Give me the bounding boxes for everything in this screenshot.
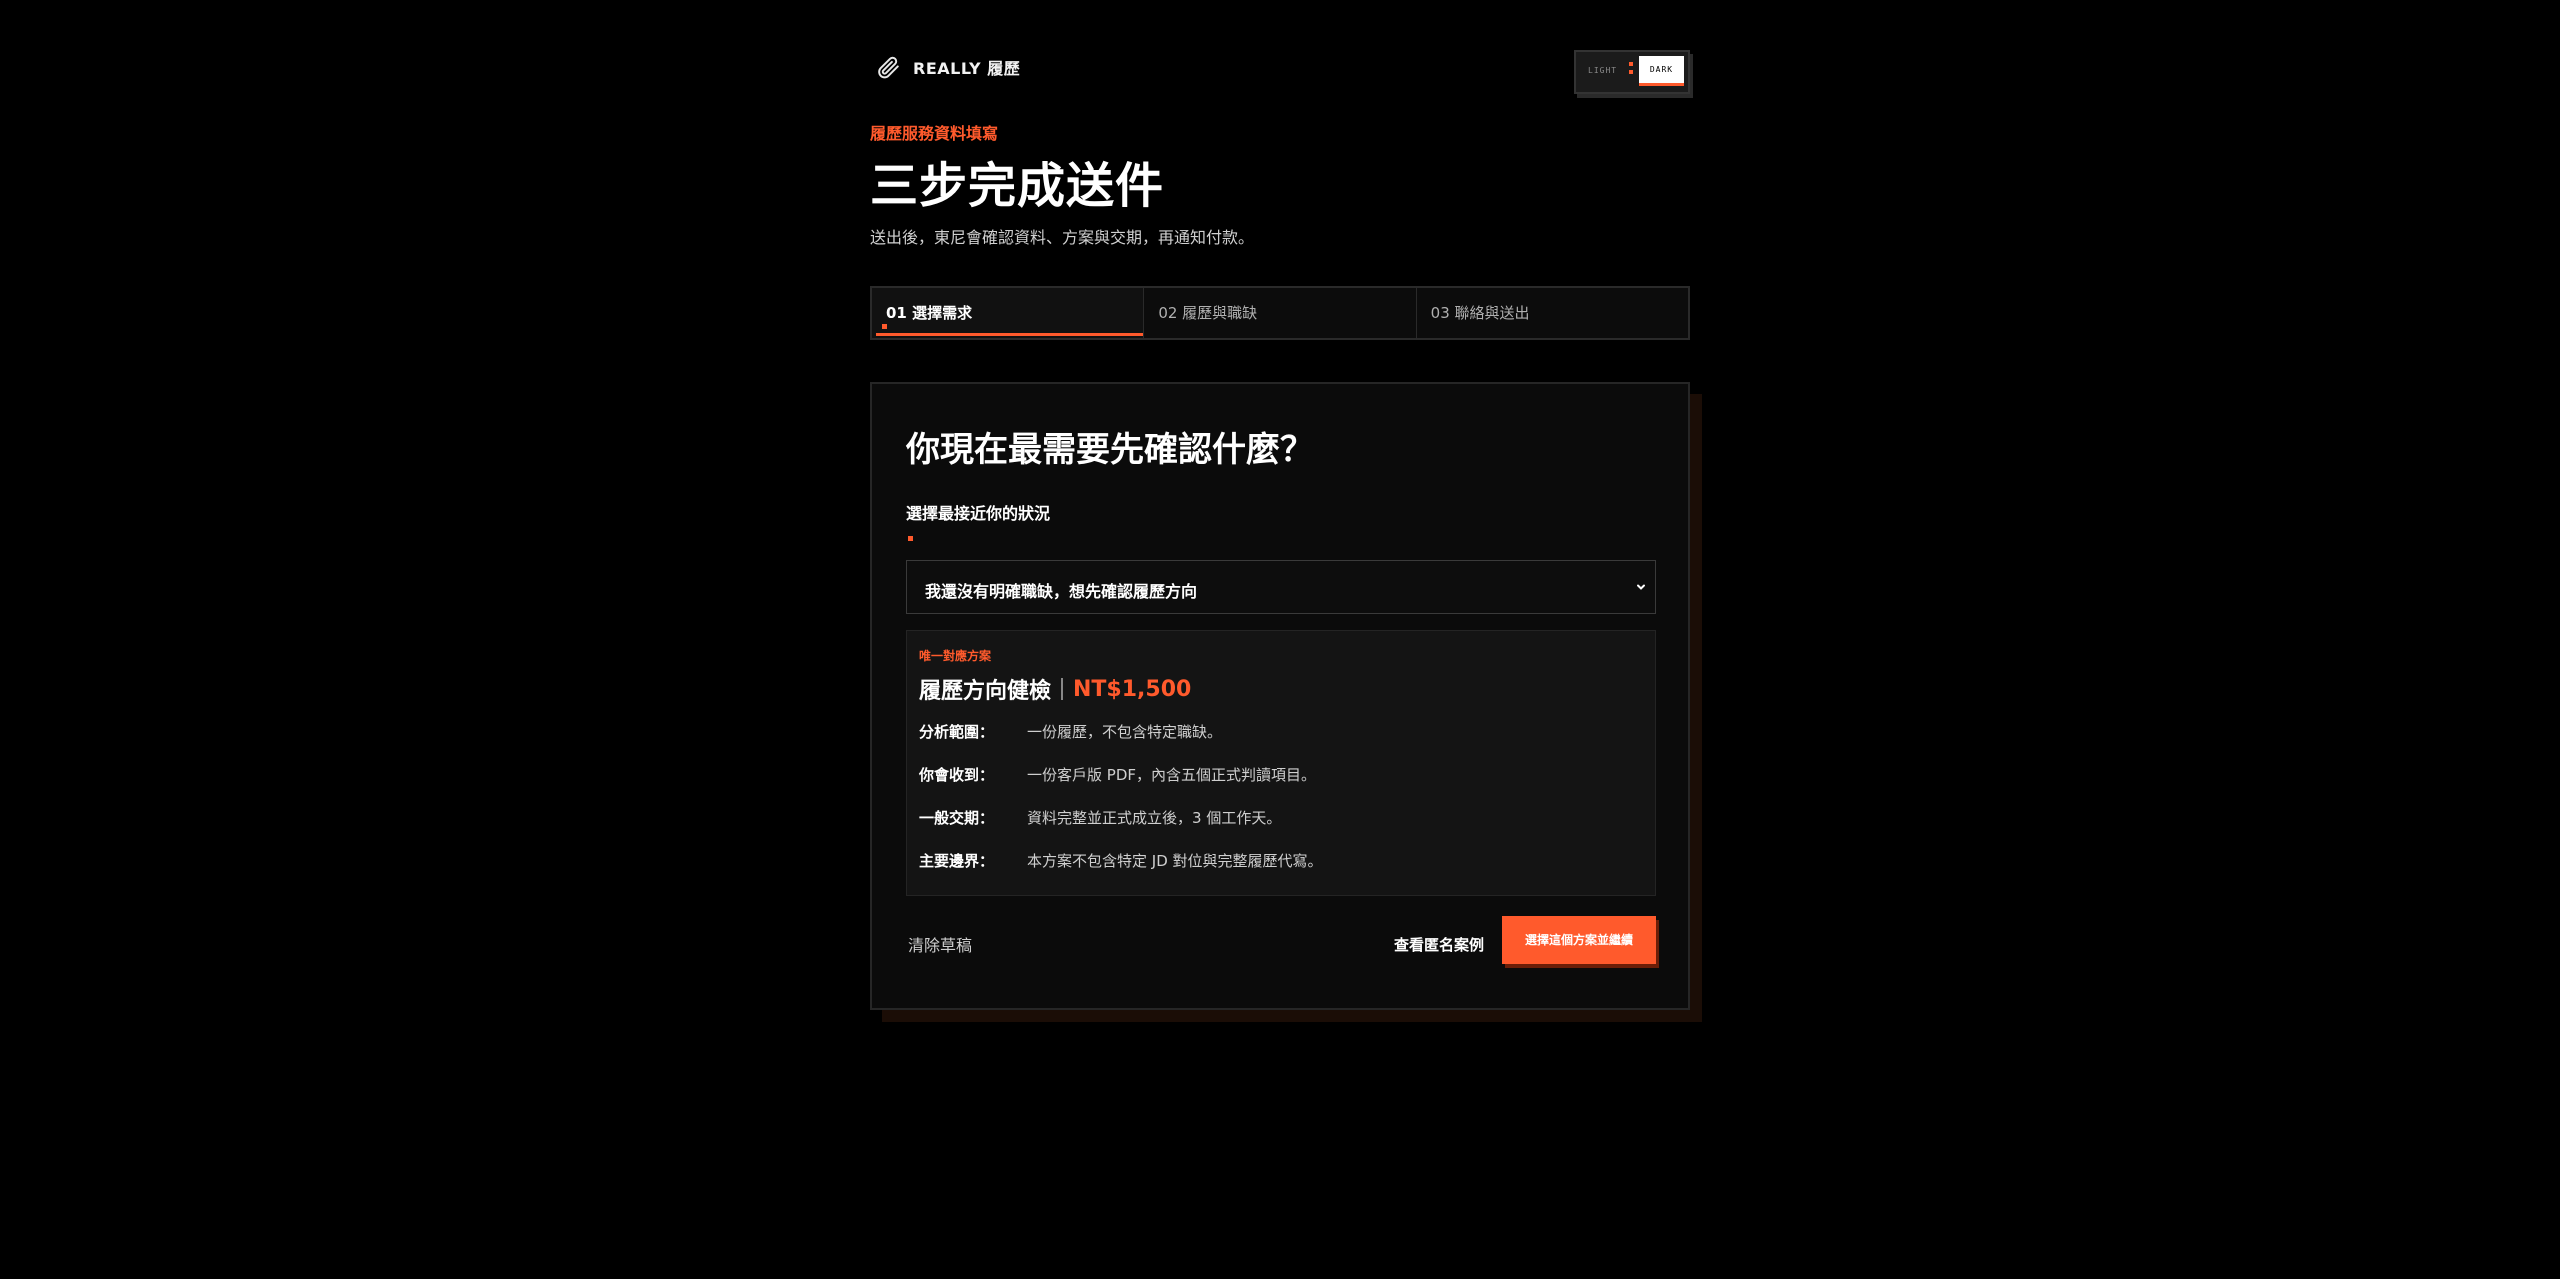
chevron-down-icon	[1637, 584, 1645, 590]
plan-detail-row: 主要邊界： 本方案不包含特定 JD 對位與完整履歷代寫。	[919, 850, 1323, 871]
page-eyebrow: 履歷服務資料填寫	[870, 124, 999, 143]
required-marker	[908, 536, 913, 541]
plan-detail-row: 分析範圍： 一份履歷，不包含特定職缺。	[919, 721, 1222, 742]
paperclip-icon	[878, 56, 899, 79]
top-bar: REALLY 履歷 LIGHT DARK	[870, 50, 1690, 100]
plan-detail-row: 你會收到： 一份客戶版 PDF，內含五個正式判讀項目。	[919, 764, 1316, 785]
plan-detail-value: 一份履歷，不包含特定職缺。	[1027, 723, 1223, 741]
plan-price: NT$1,500	[1073, 676, 1192, 702]
situation-select[interactable]: 我還沒有明確職缺，想先確認履歷方向	[906, 560, 1656, 614]
situation-select-value: 我還沒有明確職缺，想先確認履歷方向	[925, 582, 1198, 601]
brand-logo[interactable]: REALLY 履歷	[875, 54, 1020, 80]
plan-summary: 唯一對應方案 履歷方向健檢 NT$1,500 分析範圍： 一份履歷，不包含特定職…	[906, 630, 1656, 896]
clear-draft-button[interactable]: 清除草稿	[908, 932, 972, 956]
plan-detail-key: 主要邊界：	[919, 852, 995, 870]
form-card: 你現在最需要先確認什麼？ 選擇最接近你的狀況 我還沒有明確職缺，想先確認履歷方向…	[870, 382, 1690, 1010]
plan-detail-value: 資料完整並正式成立後，3 個工作天。	[1027, 809, 1282, 827]
theme-dark-option[interactable]: DARK	[1639, 56, 1684, 86]
view-examples-link[interactable]: 查看匿名案例	[1394, 934, 1484, 955]
toggle-indicator-icon	[1629, 62, 1633, 82]
theme-light-option[interactable]: LIGHT	[1588, 66, 1617, 75]
plan-detail-key: 你會收到：	[919, 766, 995, 784]
brand-name: REALLY 履歷	[913, 59, 1021, 78]
theme-toggle[interactable]: LIGHT DARK	[1574, 50, 1690, 94]
step-label: 03 聯絡與送出	[1430, 304, 1530, 322]
select-plan-continue-button[interactable]: 選擇這個方案並繼續	[1502, 916, 1656, 964]
step-tab-contact-submit[interactable]: 03 聯絡與送出	[1417, 288, 1688, 338]
plan-name: 履歷方向健檢	[919, 679, 1052, 704]
plan-detail-row: 一般交期： 資料完整並正式成立後，3 個工作天。	[919, 807, 1281, 828]
situation-field-label: 選擇最接近你的狀況	[906, 504, 1051, 523]
step-label: 02 履歷與職缺	[1158, 304, 1258, 322]
card-title: 你現在最需要先確認什麼？	[906, 430, 1314, 470]
plan-detail-value: 一份客戶版 PDF，內含五個正式判讀項目。	[1027, 766, 1316, 784]
active-step-marker	[882, 324, 887, 329]
plan-detail-key: 分析範圍：	[919, 723, 995, 741]
plan-detail-value: 本方案不包含特定 JD 對位與完整履歷代寫。	[1027, 852, 1323, 870]
step-tabs: 01 選擇需求 02 履歷與職缺 03 聯絡與送出	[870, 286, 1690, 340]
page-subtitle: 送出後，東尼會確認資料、方案與交期，再通知付款。	[870, 228, 1255, 247]
step-tab-resume-job[interactable]: 02 履歷與職缺	[1144, 288, 1417, 338]
plan-divider	[1061, 678, 1064, 700]
page-title: 三步完成送件	[870, 158, 1165, 214]
plan-tag: 唯一對應方案	[919, 649, 992, 663]
plan-title: 履歷方向健檢 NT$1,500	[919, 673, 1191, 705]
step-label: 01 選擇需求	[886, 304, 973, 322]
step-tab-select-need[interactable]: 01 選擇需求	[872, 288, 1145, 338]
plan-detail-key: 一般交期：	[919, 809, 995, 827]
